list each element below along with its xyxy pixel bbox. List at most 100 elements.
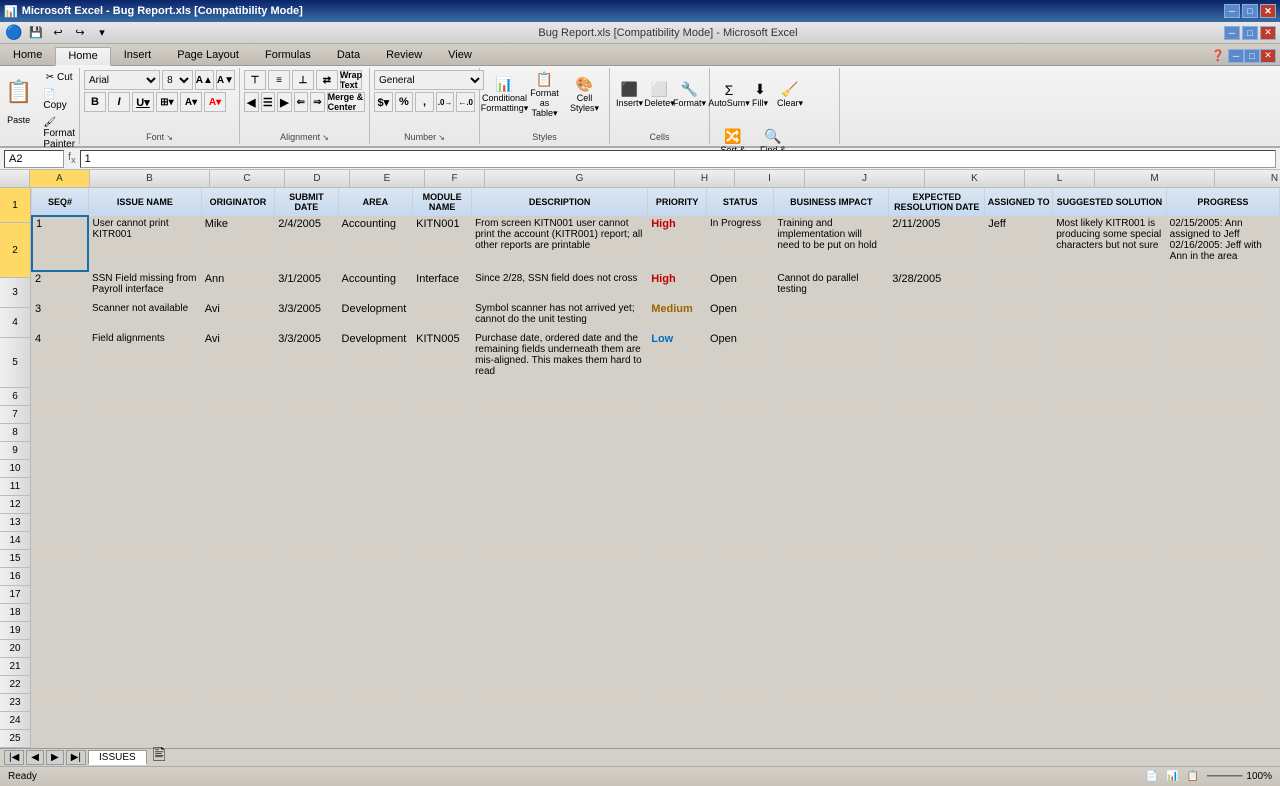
col-header-K[interactable]: K	[925, 170, 1025, 187]
col-header-D[interactable]: D	[285, 170, 350, 187]
cell-A13[interactable]	[32, 507, 88, 525]
ribbon-close[interactable]: ✕	[1260, 49, 1276, 63]
number-format-select[interactable]: General	[374, 70, 484, 90]
ribbon-minimize[interactable]: ─	[1228, 49, 1244, 63]
autosum-button[interactable]: Σ AutoSum▾	[714, 70, 744, 120]
cell-L2[interactable]: Jeff	[985, 216, 1053, 271]
italic-button[interactable]: I	[108, 92, 130, 112]
cell-I2[interactable]: In Progress	[706, 216, 773, 271]
header-expected-resolution[interactable]: EXPECTED RESOLUTION DATE	[889, 188, 985, 216]
undo-button[interactable]: ↩	[48, 24, 68, 42]
align-center-button[interactable]: ☰	[261, 92, 276, 112]
cell-A9[interactable]	[32, 435, 88, 453]
cell-B3[interactable]: SSN Field missing from Payroll interface	[88, 271, 201, 301]
cell-A20[interactable]	[32, 633, 88, 651]
cell-M4[interactable]	[1053, 301, 1166, 331]
cell-F3[interactable]: Interface	[413, 271, 472, 301]
cell-G5[interactable]: Purchase date, ordered date and the rema…	[472, 331, 648, 381]
col-header-F[interactable]: F	[425, 170, 485, 187]
cell-A11[interactable]	[32, 471, 88, 489]
copy-button[interactable]: 📄 Copy	[39, 87, 79, 113]
app-restore[interactable]: □	[1242, 26, 1258, 40]
app-controls[interactable]: ─ □ ✕	[1224, 26, 1276, 40]
app-minimize[interactable]: ─	[1224, 26, 1240, 40]
header-priority[interactable]: PRIORITY	[648, 188, 707, 216]
cell-B2[interactable]: User cannot print KITR001	[88, 216, 201, 271]
cell-E5[interactable]: Development	[338, 331, 413, 381]
row-header-4[interactable]: 4	[0, 308, 30, 338]
align-bottom-button[interactable]: ⊥	[292, 70, 314, 90]
cell-A19[interactable]	[32, 615, 88, 633]
col-header-B[interactable]: B	[90, 170, 210, 187]
cell-reference-input[interactable]: A2	[4, 150, 64, 168]
sheet-first-button[interactable]: |◀	[4, 750, 24, 765]
bold-button[interactable]: B	[84, 92, 106, 112]
cell-K4[interactable]	[889, 301, 985, 331]
delete-cells-button[interactable]: ⬜ Delete▾	[646, 70, 674, 120]
cell-A4[interactable]: 3	[32, 301, 88, 331]
cell-G3[interactable]: Since 2/28, SSN field does not cross	[472, 271, 648, 301]
cell-styles-button[interactable]: 🎨 Cell Styles▾	[566, 70, 604, 120]
row-header-6[interactable]: 6	[0, 388, 30, 406]
cell-E4[interactable]: Development	[338, 301, 413, 331]
cell-F2[interactable]: KITN001	[413, 216, 472, 271]
cell-D2[interactable]: 2/4/2005	[275, 216, 338, 271]
tab-home[interactable]: Home	[0, 46, 55, 65]
col-header-G[interactable]: G	[485, 170, 675, 187]
fill-button[interactable]: ⬇ Fill▾	[746, 70, 774, 120]
align-left-button[interactable]: ◀	[244, 92, 259, 112]
view-layout-button[interactable]: 📊	[1166, 771, 1178, 782]
decrease-font-button[interactable]: A▼	[216, 70, 235, 90]
cell-A8[interactable]	[32, 417, 88, 435]
cell-B4[interactable]: Scanner not available	[88, 301, 201, 331]
col-header-L[interactable]: L	[1025, 170, 1095, 187]
row-header-25[interactable]: 25	[0, 730, 30, 748]
cell-A24[interactable]	[32, 705, 88, 723]
help-button[interactable]: ❓	[1208, 47, 1228, 65]
font-color-button[interactable]: A▾	[204, 92, 226, 112]
save-button[interactable]: 💾	[26, 24, 46, 42]
decrease-decimal-button[interactable]: ←.0	[456, 92, 475, 112]
cell-B5[interactable]: Field alignments	[88, 331, 201, 381]
align-right-button[interactable]: ▶	[277, 92, 292, 112]
cell-A7[interactable]	[32, 399, 88, 417]
tab-insert[interactable]: Home	[55, 47, 110, 66]
row-header-20[interactable]: 20	[0, 640, 30, 658]
cell-G2[interactable]: From screen KITN001 user cannot print th…	[472, 216, 648, 271]
row-header-16[interactable]: 16	[0, 568, 30, 586]
row-header-10[interactable]: 10	[0, 460, 30, 478]
cell-N5[interactable]	[1166, 331, 1279, 381]
customize-qa-button[interactable]: ▾	[92, 24, 112, 42]
sheet-tab-issues[interactable]: ISSUES	[88, 750, 147, 765]
cell-A6[interactable]	[32, 381, 88, 399]
format-painter-button[interactable]: 🖌 Format Painter	[39, 115, 79, 152]
row-header-8[interactable]: 8	[0, 424, 30, 442]
cell-A25[interactable]	[32, 723, 88, 741]
decrease-indent-button[interactable]: ⇐	[294, 92, 309, 112]
percent-button[interactable]: %	[395, 92, 414, 112]
conditional-formatting-button[interactable]: 📊 Conditional Formatting▾	[486, 70, 524, 120]
cell-K2[interactable]: 2/11/2005	[889, 216, 985, 271]
redo-button[interactable]: ↪	[70, 24, 90, 42]
cell-I4[interactable]: Open	[706, 301, 773, 331]
cell-G4[interactable]: Symbol scanner has not arrived yet; cann…	[472, 301, 648, 331]
cell-D4[interactable]: 3/3/2005	[275, 301, 338, 331]
col-header-J[interactable]: J	[805, 170, 925, 187]
row-header-21[interactable]: 21	[0, 658, 30, 676]
cell-A5[interactable]: 4	[32, 331, 88, 381]
cell-C3[interactable]: Ann	[201, 271, 275, 301]
cell-I5[interactable]: Open	[706, 331, 773, 381]
tab-pagelayout[interactable]: Insert	[111, 46, 165, 65]
app-close[interactable]: ✕	[1260, 26, 1276, 40]
col-header-N[interactable]: N	[1215, 170, 1280, 187]
cell-C5[interactable]: Avi	[201, 331, 275, 381]
sheet-prev-button[interactable]: ◀	[26, 750, 44, 765]
tab-review[interactable]: Data	[324, 46, 373, 65]
cell-C4[interactable]: Avi	[201, 301, 275, 331]
row-header-19[interactable]: 19	[0, 622, 30, 640]
currency-button[interactable]: $▾	[374, 92, 393, 112]
maximize-button[interactable]: □	[1242, 4, 1258, 18]
cell-J3[interactable]: Cannot do parallel testing	[774, 271, 889, 301]
grid-scroll-area[interactable]: SEQ# ISSUE NAME ORIGINATOR SUBMIT DATE A…	[31, 188, 1280, 748]
cell-A14[interactable]	[32, 525, 88, 543]
